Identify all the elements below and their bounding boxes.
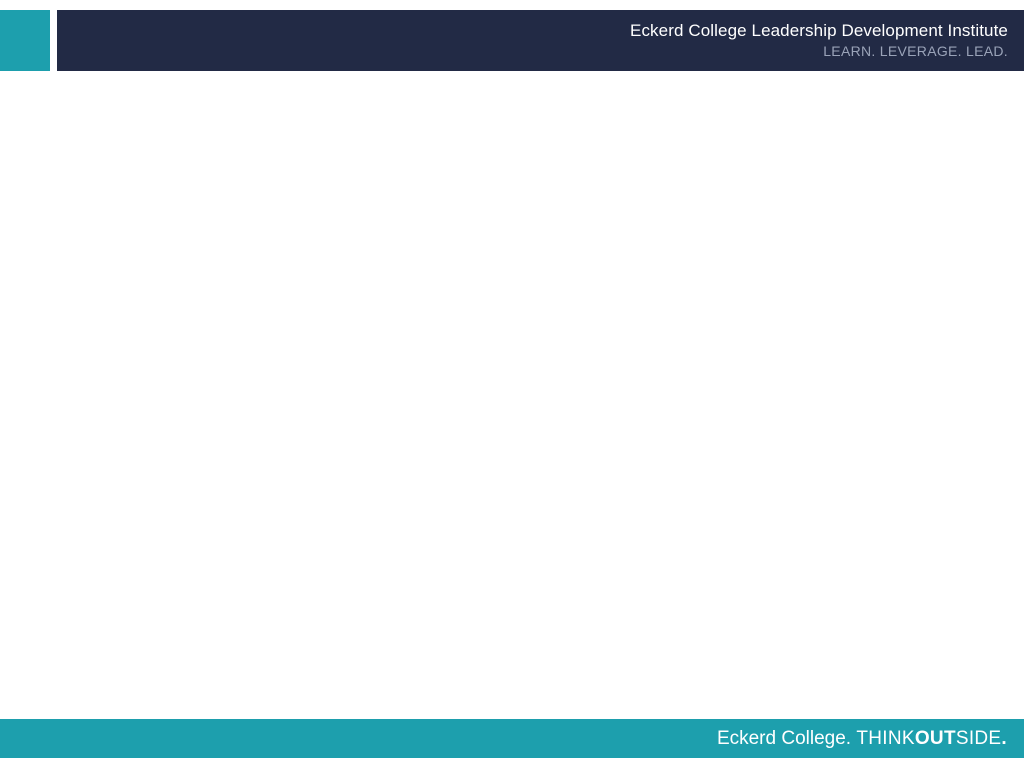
footer-out: OUT xyxy=(914,728,956,749)
slide: Eckerd College Leadership Development In… xyxy=(0,0,1024,768)
header-title: Eckerd College Leadership Development In… xyxy=(630,21,1008,40)
slide-content-area xyxy=(0,71,1024,719)
accent-square xyxy=(0,10,50,71)
footer-branding: Eckerd College. THINKOUTSIDE. xyxy=(717,728,1007,750)
footer-think: THINK xyxy=(856,728,915,749)
header-bar: Eckerd College Leadership Development In… xyxy=(57,10,1024,71)
header-tagline: LEARN. LEVERAGE. LEAD. xyxy=(823,43,1008,59)
footer-bar: Eckerd College. THINKOUTSIDE. xyxy=(0,719,1024,758)
footer-side: SIDE xyxy=(955,728,1002,749)
footer-period: . xyxy=(1001,728,1007,749)
footer-college-name: Eckerd College. xyxy=(716,728,852,749)
